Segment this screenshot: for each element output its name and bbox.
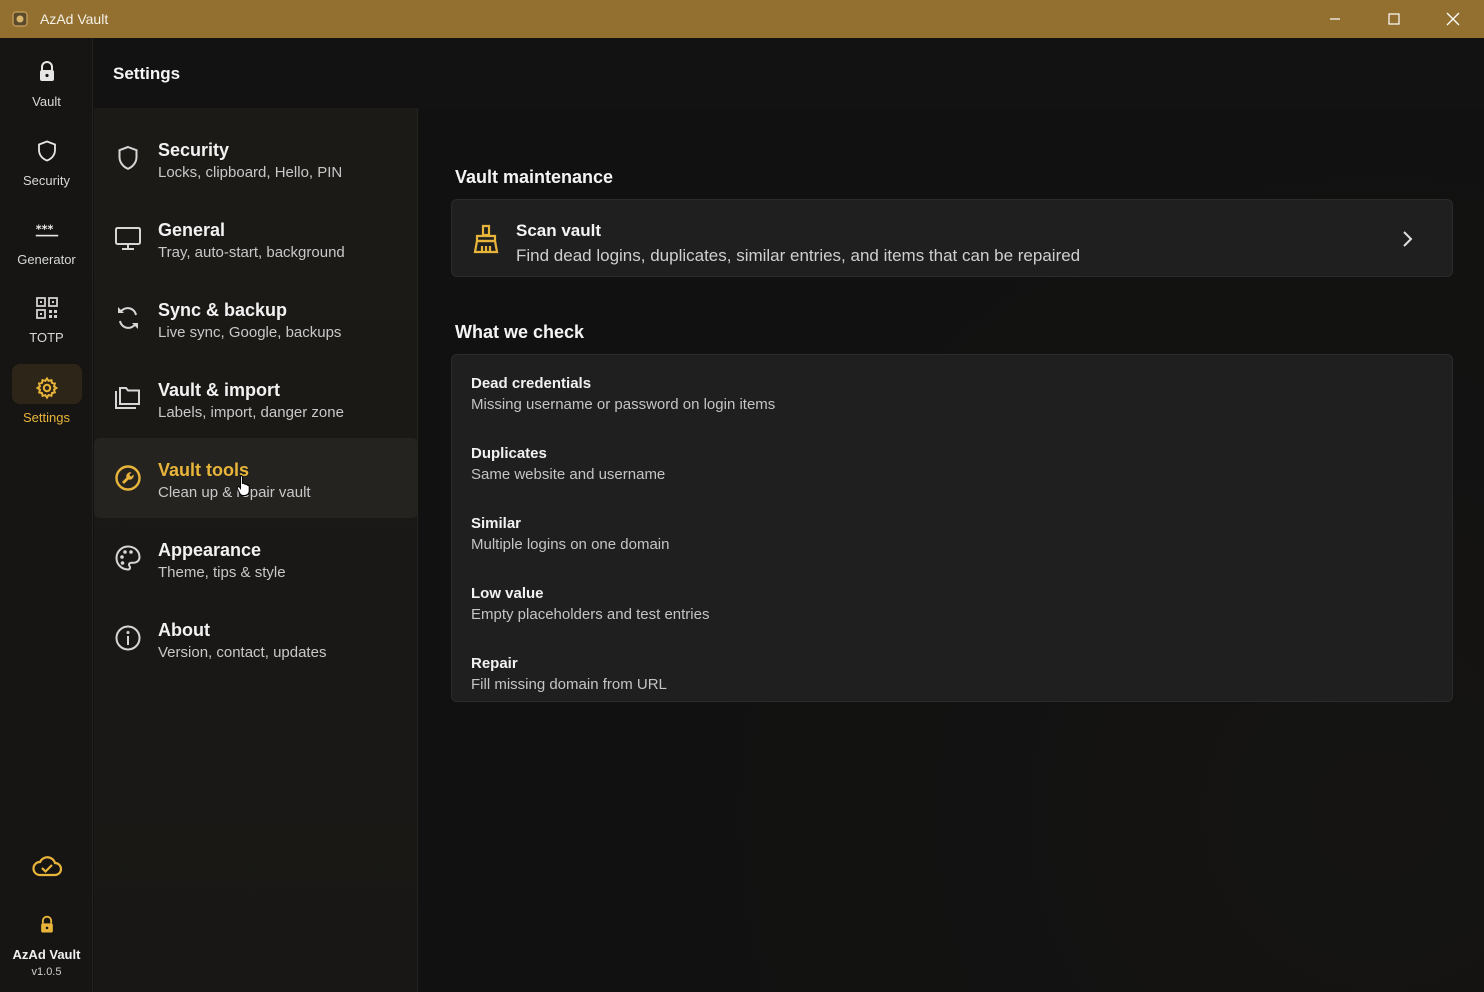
scan-vault-card[interactable]: Scan vault Find dead logins, duplicates,… [451, 199, 1453, 277]
nav-item-title: Sync & backup [158, 300, 288, 320]
info-icon [115, 625, 141, 651]
check-item-similar: Similar Multiple logins on one domain [471, 515, 669, 553]
app-name: AzAd Vault [12, 947, 81, 962]
nav-item-title: Security [158, 140, 230, 160]
page-title: Settings [113, 64, 181, 83]
svg-text:***: *** [35, 223, 53, 236]
rail-item-label: TOTP [29, 330, 64, 345]
rail-item-label: Vault [32, 94, 61, 109]
check-item-dead-credentials: Dead credentials Missing username or pas… [471, 375, 775, 413]
check-item-title: Duplicates [471, 445, 547, 462]
checks-card: Dead credentials Missing username or pas… [451, 354, 1453, 702]
close-icon [1446, 12, 1460, 26]
shield-icon [118, 145, 138, 170]
check-item-description: Empty placeholders and test entries [471, 606, 710, 623]
maximize-button[interactable] [1365, 0, 1423, 38]
scan-vault-description: Find dead logins, duplicates, similar en… [516, 246, 1081, 265]
check-item-description: Multiple logins on one domain [471, 536, 670, 553]
window-title: AzAd Vault [40, 11, 109, 27]
page-header: Settings [94, 38, 1484, 108]
gear-icon [35, 376, 58, 400]
qr-code-icon [35, 297, 58, 319]
check-item-title: Repair [471, 655, 518, 672]
chevron-right-icon [1403, 231, 1413, 247]
section-title-checks: What we check [455, 322, 585, 342]
password-dots-icon: *** [35, 223, 58, 237]
nav-item-security[interactable]: Security Locks, clipboard, Hello, PIN [94, 118, 418, 198]
check-item-title: Dead credentials [471, 375, 592, 392]
check-item-description: Same website and username [471, 466, 666, 483]
check-item-title: Low value [471, 585, 544, 602]
nav-item-subtitle: Version, contact, updates [158, 644, 327, 661]
wrench-icon [115, 465, 141, 491]
nav-item-vault-import[interactable]: Vault & import Labels, import, danger zo… [94, 358, 418, 438]
app-badge: AzAd Vault v1.0.5 [0, 914, 93, 978]
lock-icon [40, 915, 53, 933]
nav-item-vault-tools[interactable]: Vault tools Clean up & repair vault [94, 438, 418, 518]
sync-icon [118, 307, 138, 329]
scan-vault-title: Scan vault [516, 221, 602, 240]
lock-icon [39, 61, 54, 81]
nav-item-title: General [158, 220, 226, 240]
rail-item-vault[interactable]: Vault [0, 46, 93, 116]
rail-item-label: Settings [23, 410, 70, 425]
rail-item-label: Generator [17, 252, 76, 267]
nav-item-subtitle: Live sync, Google, backups [158, 324, 342, 341]
check-item-low-value: Low value Empty placeholders and test en… [471, 585, 709, 623]
nav-item-subtitle: Tray, auto-start, background [158, 244, 345, 261]
nav-item-appearance[interactable]: Appearance Theme, tips & style [94, 518, 418, 598]
app-version: v1.0.5 [31, 966, 62, 978]
settings-nav: Security Locks, clipboard, Hello, PIN Ge… [94, 108, 418, 992]
nav-item-about[interactable]: About Version, contact, updates [94, 598, 418, 678]
nav-item-subtitle: Locks, clipboard, Hello, PIN [158, 164, 343, 181]
check-item-duplicates: Duplicates Same website and username [471, 445, 665, 483]
rail-item-settings[interactable]: Settings [0, 362, 93, 432]
check-item-description: Fill missing domain from URL [471, 676, 667, 693]
app-logo-icon [12, 11, 28, 27]
nav-item-subtitle: Theme, tips & style [158, 564, 286, 581]
title-bar[interactable]: AzAd Vault [0, 0, 1484, 38]
nav-item-title: About [158, 620, 210, 640]
nav-item-general[interactable]: General Tray, auto-start, background [94, 198, 418, 278]
rail-item-security[interactable]: Security [0, 125, 93, 195]
check-item-repair: Repair Fill missing domain from URL [471, 655, 667, 693]
folders-icon [115, 387, 140, 409]
main-content: Vault maintenance Scan vault Find dead l… [419, 108, 1484, 992]
rail-item-generator[interactable]: *** Generator [0, 204, 93, 274]
monitor-icon [115, 227, 141, 250]
rail-item-label: Security [23, 173, 70, 188]
broom-icon [473, 224, 499, 254]
minimize-icon [1330, 18, 1340, 20]
shield-icon [37, 140, 56, 162]
close-button[interactable] [1424, 0, 1482, 38]
app-rail: Vault Security *** Generator TOTP Settin… [0, 38, 93, 992]
nav-item-title: Appearance [158, 540, 262, 560]
nav-item-sync-backup[interactable]: Sync & backup Live sync, Google, backups [94, 278, 418, 358]
cloud-sync-icon[interactable] [31, 854, 63, 878]
nav-item-subtitle: Clean up & repair vault [158, 484, 311, 501]
rail-item-totp[interactable]: TOTP [0, 282, 93, 352]
check-item-title: Similar [471, 515, 522, 532]
maximize-icon [1388, 13, 1400, 25]
minimize-button[interactable] [1306, 0, 1364, 38]
nav-item-title: Vault & import [158, 380, 281, 400]
hand-cursor-icon [236, 475, 250, 496]
section-title-maintenance: Vault maintenance [455, 167, 614, 187]
check-item-description: Missing username or password on login it… [471, 396, 776, 413]
nav-item-subtitle: Labels, import, danger zone [158, 404, 344, 421]
palette-icon [115, 545, 141, 571]
